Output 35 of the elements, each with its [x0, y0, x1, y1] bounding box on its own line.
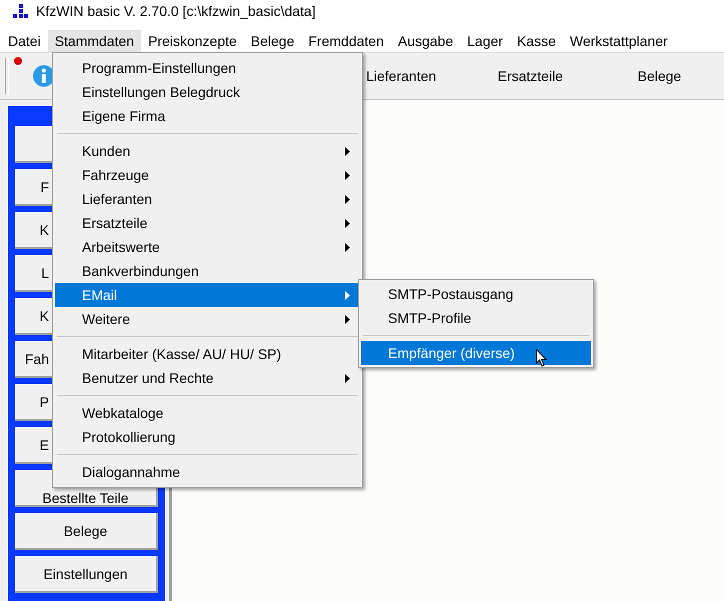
menu-item[interactable]: Lieferanten	[55, 187, 360, 211]
menu-item[interactable]: Programm-Einstellungen	[55, 56, 360, 80]
menu-bar-item[interactable]: Datei	[1, 30, 48, 52]
menu-bar-item[interactable]: Kasse	[510, 30, 563, 52]
sidebar-button[interactable]: Belege	[15, 513, 158, 550]
menu-item[interactable]: Ersatzteile	[55, 211, 360, 235]
menu-item[interactable]: Webkataloge	[55, 401, 360, 425]
mouse-cursor-icon	[536, 349, 548, 367]
toolbar-tab[interactable]: Belege	[594, 68, 724, 84]
menu-bar-item[interactable]: Preiskonzepte	[141, 30, 244, 52]
menu-item[interactable]: Fahrzeuge	[55, 163, 360, 187]
menu-item[interactable]: SMTP-Postausgang	[361, 282, 591, 306]
menu-item[interactable]: EMail	[55, 283, 360, 307]
menu-bar-item[interactable]: Belege	[244, 30, 302, 52]
menu-item[interactable]: Protokollierung	[55, 425, 360, 449]
menu-item[interactable]: Weitere	[55, 307, 360, 331]
app-logo-icon	[12, 4, 28, 18]
sidebar-button[interactable]: Einstellungen	[15, 556, 158, 593]
menu-bar-item[interactable]: Stammdaten	[48, 30, 142, 52]
menu-item[interactable]: Empfänger (diverse)	[361, 341, 591, 365]
menu-bar-item[interactable]: Werkstattplaner	[562, 30, 675, 52]
window-title: KfzWIN basic V. 2.70.0 [c:\kfzwin_basic\data]	[36, 3, 316, 19]
menu-item[interactable]: Arbeitswerte	[55, 235, 360, 259]
menu-item[interactable]: SMTP-Profile	[361, 306, 591, 330]
menu-item[interactable]: Eigene Firma	[55, 104, 360, 128]
menu-item[interactable]: Kunden	[55, 139, 360, 163]
menu-item[interactable]: Benutzer und Rechte	[55, 366, 360, 390]
menu-bar-item[interactable]: Fremddaten	[301, 30, 391, 52]
menu-item[interactable]: Einstellungen Belegdruck	[55, 80, 360, 104]
menu-bar-item[interactable]: Lager	[460, 30, 510, 52]
status-dot-icon	[14, 57, 22, 65]
menu-item[interactable]: Bankverbindungen	[55, 259, 360, 283]
menu-item[interactable]: Mitarbeiter (Kasse/ AU/ HU/ SP)	[55, 342, 360, 366]
toolbar-tab[interactable]: Ersatzteile	[466, 68, 595, 84]
menu-bar-item[interactable]: Ausgabe	[390, 30, 460, 52]
